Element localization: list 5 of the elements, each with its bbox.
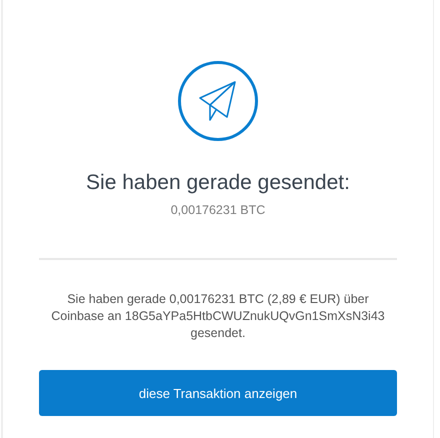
amount-text: 0,00176231 BTC <box>170 203 266 217</box>
paper-plane-icon <box>177 60 259 142</box>
message-text: Sie haben gerade 0,00176231 BTC (2,89 € EUR) über Coinbase an 18G5aYPa5HtbCWUZnukUQvGn1SmXsN3i43 gesendet. <box>50 291 386 342</box>
view-transaction-button[interactable]: diese Transaktion anzeigen <box>39 370 397 416</box>
heading: Sie haben gerade gesendet: <box>86 171 350 195</box>
